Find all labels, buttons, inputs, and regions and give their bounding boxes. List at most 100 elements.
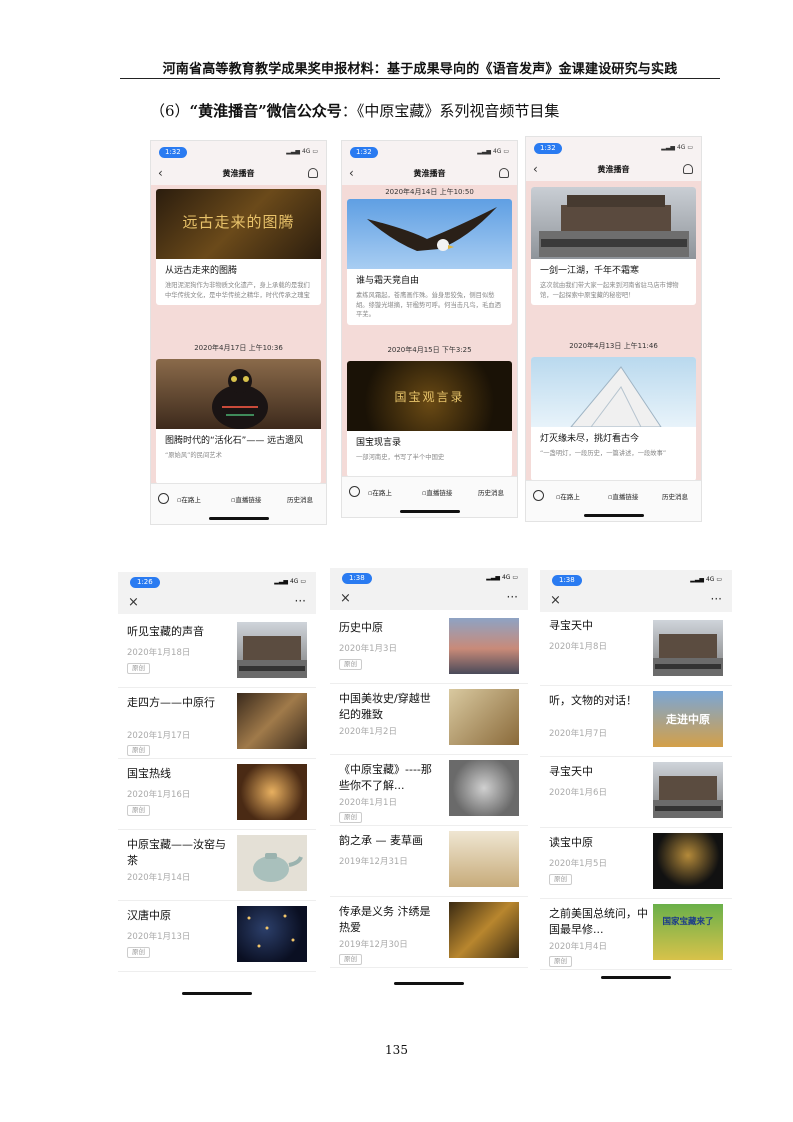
profile-icon[interactable]: [499, 168, 509, 178]
item-date: 2020年1月2日: [339, 727, 397, 737]
walk-into-central-plains-thumbnail: 走进中原: [653, 691, 723, 747]
list-item[interactable]: 中国美妆史/穿越世纪的雅致 2020年1月2日: [330, 683, 528, 755]
keyboard-icon[interactable]: [349, 486, 360, 497]
list-item[interactable]: 《中原宝藏》----那些你不了解... 2020年1月1日 原创: [330, 754, 528, 826]
menu-item[interactable]: ▫在路上: [177, 494, 201, 504]
list-item[interactable]: 韵之承 — 麦草画 2019年12月31日: [330, 825, 528, 897]
network-type: 4G: [705, 576, 715, 583]
menu-item[interactable]: ▫直播链接: [231, 494, 261, 504]
menu-item[interactable]: ▫在路上: [556, 491, 580, 501]
list-item[interactable]: 国宝热线 2020年1月16日 原创: [118, 758, 316, 830]
item-date: 2020年1月16日: [127, 790, 191, 800]
signal-indicator: ▂▃▅ 4G ▭: [486, 574, 518, 581]
museum-image: [531, 187, 696, 259]
wechat-article-screenshot-1: 1:32 ▂▃▅ 4G ▭ ‹ 黄淮播音 远古走来的图腾 从远古走来的图腾 淮阳…: [150, 140, 327, 525]
item-date: 2020年1月17日: [127, 731, 191, 741]
item-date: 2020年1月7日: [549, 729, 607, 739]
message-timestamp: 2020年4月17日 上午10:36: [194, 344, 283, 352]
more-icon[interactable]: ···: [295, 594, 306, 608]
list-item[interactable]: 听见宝藏的声音 2020年1月18日 原创: [118, 616, 316, 688]
national-treasure-thumbnail: 国家宝藏来了: [653, 904, 723, 960]
original-tag: 原创: [549, 874, 572, 885]
home-indicator: [399, 510, 460, 513]
original-tag: 原创: [339, 812, 362, 823]
item-title: 寻宝天中: [549, 765, 593, 778]
clay-figure-icon: [212, 369, 268, 429]
more-icon[interactable]: ···: [507, 590, 518, 604]
item-title: 听见宝藏的声音: [127, 625, 204, 638]
menu-item[interactable]: 历史消息: [662, 491, 688, 501]
artifact-thumbnail: [237, 693, 307, 749]
item-title: 国宝热线: [127, 767, 171, 780]
list-item[interactable]: 之前美国总统问，中国最早修... 2020年1月4日 原创 国家宝藏来了: [540, 898, 732, 970]
list-item[interactable]: 读宝中原 2020年1月5日 原创: [540, 827, 732, 899]
article-card[interactable]: 图腾时代的“活化石”—— 远古遗风 “原始风”的民间艺术: [156, 359, 321, 484]
section-description: ：《中原宝藏》系列视音频节目集: [341, 102, 560, 120]
menu-item[interactable]: 历史消息: [287, 494, 313, 504]
signal-indicator: ▂▃▅ 4G ▭: [274, 578, 306, 585]
thumbnail-text: 走进中原: [666, 713, 710, 726]
menu-item[interactable]: ▫直播链接: [608, 491, 638, 501]
list-item[interactable]: 寻宝天中 2020年1月6日: [540, 756, 732, 828]
eagle-image: [347, 199, 512, 269]
section-name: “黄淮播音”微信公众号: [189, 102, 342, 120]
card-title: 图腾时代的“活化石”—— 远古遗风: [165, 436, 304, 446]
clock-pill: 1:32: [159, 147, 187, 158]
article-card[interactable]: 一剑一江湖，千年不霜寒 这次就由我们带大家一起来到河南省驻马店市博物馆，一起探索…: [531, 187, 696, 305]
status-bar: 1:38 ▂▃▅ 4G ▭: [330, 568, 528, 588]
thumbnail-text: 国家宝藏来了: [662, 917, 714, 927]
painting-thumbnail: [449, 689, 519, 745]
lantern-sky-thumbnail: [237, 906, 307, 962]
message-feed: 2020年4月14日 上午10:50 谁与霜天竞自由 素练风霜起，苍鹰画作殊。耸…: [342, 185, 517, 477]
menu-item[interactable]: ▫直播链接: [422, 487, 452, 497]
item-title: 汉唐中原: [127, 909, 171, 922]
list-item[interactable]: 汉唐中原 2020年1月13日 原创: [118, 900, 316, 972]
bronze-artifact-thumbnail: [653, 833, 723, 889]
nav-bar: ‹ 黄淮播音: [151, 163, 326, 186]
list-item[interactable]: 寻宝天中 2020年1月8日: [540, 614, 732, 686]
close-icon[interactable]: ×: [340, 591, 351, 606]
close-icon[interactable]: ×: [128, 595, 139, 610]
status-bar: 1:32 ▂▃▅ 4G ▭: [526, 137, 701, 159]
item-title: 中原宝藏——汝窑与茶: [127, 838, 226, 867]
list-item[interactable]: 听，文物的对话！ 2020年1月7日 走进中原: [540, 685, 732, 757]
item-date: 2020年1月13日: [127, 932, 191, 942]
item-date: 2020年1月6日: [549, 788, 607, 798]
history-list-screenshot-3: 1:38 ▂▃▅ 4G ▭ × ··· 寻宝天中 2020年1月8日 听，文物的…: [540, 570, 732, 982]
item-date: 2019年12月31日: [339, 857, 408, 867]
account-menu-bar: ▫在路上 ▫直播链接 历史消息: [342, 476, 517, 517]
article-card[interactable]: 国宝观言录 国宝现言录 一部河南史，书写了半个中国史: [347, 361, 512, 477]
nav-bar: × ···: [330, 588, 528, 610]
card-description: 素练风霜起，苍鹰画作殊。耸身思狡兔，侧目似愁胡。绦镟光堪摘，轩楹势可呼。何当击凡…: [356, 292, 501, 318]
article-card[interactable]: 灯灭缘未尽，挑灯看古今 “一盏明灯，一段历史，一篇讲述，一段故事”: [531, 357, 696, 481]
close-icon[interactable]: ×: [550, 593, 561, 608]
menu-item[interactable]: ▫在路上: [368, 487, 392, 497]
keyboard-icon[interactable]: [158, 493, 169, 504]
profile-icon[interactable]: [683, 164, 693, 174]
list-item[interactable]: 传承是义务 汴绣是热爱 2019年12月30日 原创: [330, 896, 528, 968]
nav-bar: × ···: [118, 592, 316, 614]
item-date: 2020年1月8日: [549, 642, 607, 652]
network-type: 4G: [492, 148, 502, 155]
item-title: 历史中原: [339, 621, 383, 634]
museum-thumbnail: [653, 620, 723, 676]
nav-bar: × ···: [540, 590, 732, 612]
keyboard-icon[interactable]: [533, 490, 544, 501]
account-menu-bar: ▫在路上 ▫直播链接 历史消息: [526, 480, 701, 521]
history-list-screenshot-1: 1:26 ▂▃▅ 4G ▭ × ··· 听见宝藏的声音 2020年1月18日 原…: [118, 572, 316, 998]
card-description: “一盏明灯，一段历史，一篇讲述，一段故事”: [540, 450, 667, 457]
network-type: 4G: [676, 144, 686, 151]
item-title: 寻宝天中: [549, 619, 593, 632]
profile-icon[interactable]: [308, 168, 318, 178]
wechat-article-screenshot-2: 1:32 ▂▃▅ 4G ▭ ‹ 黄淮播音 2020年4月14日 上午10:50 …: [341, 140, 518, 518]
museum-building-icon: [539, 195, 689, 257]
article-card[interactable]: 远古走来的图腾 从远古走来的图腾 淮阳泥泥狗作为非物质文化遗产，身上承载的是我们…: [156, 189, 321, 305]
eagle-icon: [367, 207, 497, 251]
list-item[interactable]: 中原宝藏——汝窑与茶 2020年1月14日: [118, 829, 316, 901]
network-type: 4G: [289, 578, 299, 585]
list-item[interactable]: 走四方——中原行 2020年1月17日 原创: [118, 687, 316, 759]
list-item[interactable]: 历史中原 2020年1月3日 原创: [330, 612, 528, 684]
more-icon[interactable]: ···: [711, 592, 722, 606]
article-card[interactable]: 谁与霜天竞自由 素练风霜起，苍鹰画作殊。耸身思狡兔，侧目似愁胡。绦镟光堪摘，轩楹…: [347, 199, 512, 325]
menu-item[interactable]: 历史消息: [478, 487, 504, 497]
